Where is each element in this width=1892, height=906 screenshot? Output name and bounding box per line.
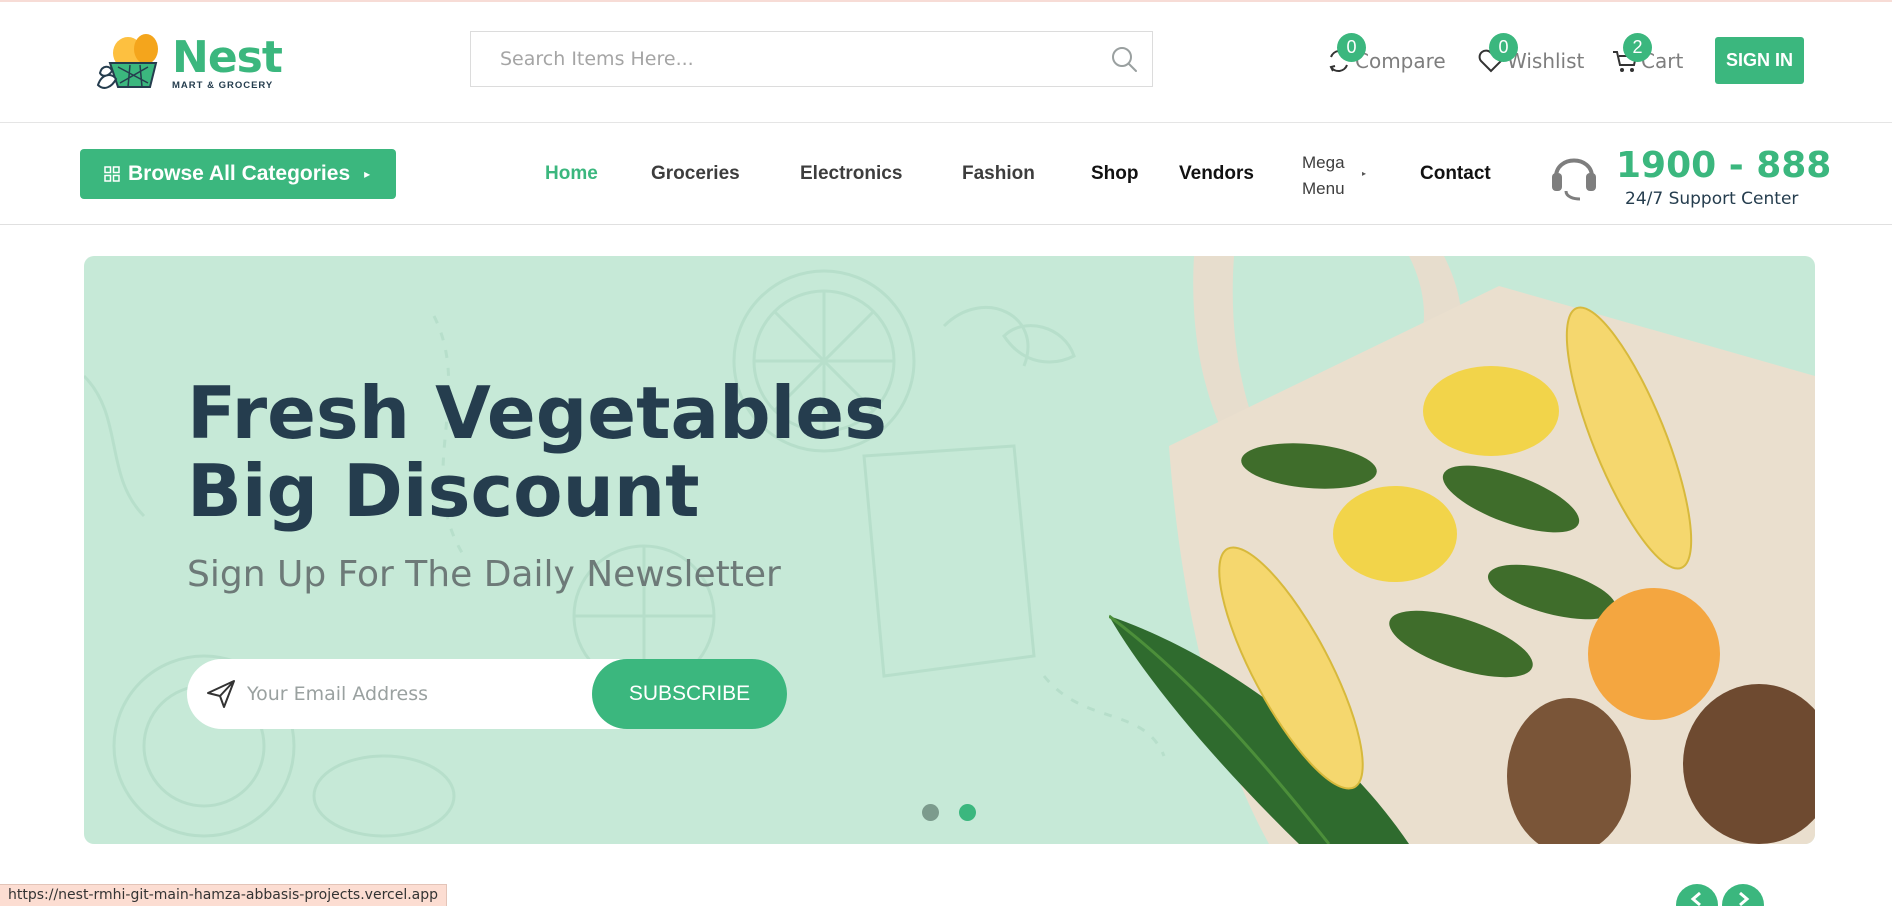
nav-item-fashion[interactable]: Fashion	[962, 163, 1035, 185]
search-bar	[470, 31, 1153, 87]
chevron-left-icon	[1690, 891, 1701, 906]
nav-item-home[interactable]: Home	[545, 163, 598, 185]
headset-icon	[1552, 158, 1596, 201]
nav-item-electronics[interactable]: Electronics	[800, 163, 902, 185]
support-phone[interactable]: 1900 - 888	[1616, 145, 1831, 186]
mega-menu-line2: Menu	[1302, 179, 1345, 198]
compare-link[interactable]: 0 Compare	[1325, 33, 1446, 76]
brand-tagline: MART & GROCERY	[172, 80, 274, 91]
newsletter-form: SUBSCRIBE	[187, 659, 787, 729]
main-nav: Browse All Categories ▸ Home Groceries E…	[0, 123, 1892, 225]
vegetable-bag-image	[1109, 256, 1815, 844]
link-status-bar: https://nest-rmhi-git-main-hamza-abbasis…	[0, 884, 448, 906]
nav-item-contact[interactable]: Contact	[1420, 163, 1491, 185]
subscribe-button[interactable]: SUBSCRIBE	[592, 659, 787, 729]
nav-item-groceries[interactable]: Groceries	[651, 163, 740, 185]
cart-link[interactable]: 2 Cart	[1611, 33, 1683, 76]
caret-right-icon: ▸	[1362, 169, 1367, 178]
nav-item-shop[interactable]: Shop	[1091, 163, 1139, 185]
brand-name: Nest	[172, 32, 283, 83]
search-input[interactable]	[471, 32, 1108, 86]
chevron-right-icon: ▸	[364, 167, 371, 181]
support-center: 1900 - 888 24/7 Support Center	[1548, 145, 1831, 209]
logo-text: Nest MART & GROCERY	[172, 32, 283, 92]
wishlist-count-badge: 0	[1489, 33, 1518, 62]
carousel-next-button[interactable]	[1722, 884, 1764, 906]
sign-in-button[interactable]: SIGN IN	[1715, 37, 1804, 84]
hero-subtitle: Sign Up For The Daily Newsletter	[187, 554, 781, 595]
wishlist-link[interactable]: 0 Wishlist	[1477, 33, 1585, 76]
basket-logo-icon	[96, 34, 158, 89]
hero-title-line1: Fresh Vegetables	[187, 371, 887, 455]
search-icon[interactable]	[1108, 43, 1140, 75]
nest-logo[interactable]: Nest MART & GROCERY	[94, 32, 294, 96]
slider-dot-1[interactable]	[922, 804, 939, 821]
support-label: 24/7 Support Center	[1625, 189, 1799, 209]
grid-icon	[104, 166, 120, 182]
compare-count-badge: 0	[1337, 33, 1366, 62]
hero-title: Fresh Vegetables Big Discount	[187, 374, 887, 530]
slider-dot-2[interactable]	[959, 804, 976, 821]
wishlist-label: Wishlist	[1507, 49, 1585, 73]
browse-categories-button[interactable]: Browse All Categories ▸	[80, 149, 396, 199]
email-input[interactable]	[247, 659, 587, 729]
browse-categories-label: Browse All Categories	[128, 162, 351, 185]
site-header: Nest MART & GROCERY 0 Compare 0 Wis	[0, 2, 1892, 123]
cart-icon: 2	[1611, 33, 1652, 75]
chevron-right-icon	[1739, 891, 1750, 906]
send-icon	[207, 680, 235, 708]
carousel-prev-button[interactable]	[1676, 884, 1718, 906]
mega-menu-line1: Mega	[1302, 153, 1345, 172]
cart-count-badge: 2	[1623, 33, 1652, 62]
nav-item-vendors[interactable]: Vendors	[1179, 163, 1254, 185]
compare-label: Compare	[1355, 49, 1446, 73]
hero-title-line2: Big Discount	[187, 449, 700, 533]
hero-banner: Fresh Vegetables Big Discount Sign Up Fo…	[84, 256, 1815, 844]
nav-item-mega-menu[interactable]: Mega Menu	[1302, 150, 1345, 202]
heart-icon: 0	[1477, 33, 1518, 75]
compare-icon: 0	[1325, 33, 1366, 75]
